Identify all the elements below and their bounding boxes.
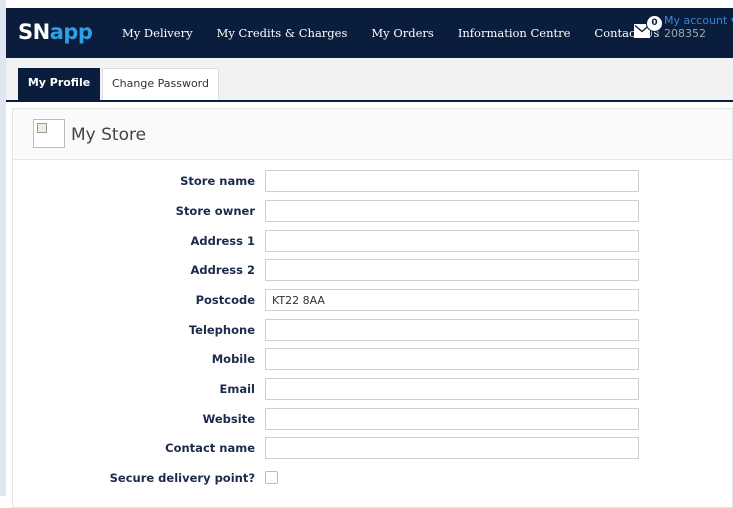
form-row-store-name: Store name	[13, 170, 733, 194]
panel-header: My Store	[13, 109, 732, 160]
form-row-telephone: Telephone	[13, 319, 733, 343]
telephone-label: Telephone	[188, 323, 255, 337]
form-row-postcode: Postcode	[13, 289, 733, 313]
email-field[interactable]	[265, 378, 639, 400]
store-image-placeholder	[33, 119, 65, 148]
store-panel: My Store Store name Store owner Address …	[12, 108, 733, 508]
secure-delivery-checkbox[interactable]	[265, 471, 278, 484]
form-row-email: Email	[13, 378, 733, 402]
store-name-label: Store name	[180, 174, 255, 188]
address-2-field[interactable]	[265, 259, 639, 281]
snapp-logo[interactable]: SNapp	[18, 20, 93, 44]
tab-change-password[interactable]: Change Password	[102, 68, 219, 100]
top-navigation-bar: SNapp My Delivery My Credits & Charges M…	[6, 8, 733, 58]
form-row-store-owner: Store owner	[13, 200, 733, 224]
contact-name-field[interactable]	[265, 437, 639, 459]
address-2-label: Address 2	[190, 263, 255, 277]
account-number: 208352	[664, 27, 706, 40]
website-field[interactable]	[265, 408, 639, 430]
nav-information-centre[interactable]: Information Centre	[446, 26, 583, 40]
postcode-label: Postcode	[195, 293, 255, 307]
nav-menu: My Delivery My Credits & Charges My Orde…	[110, 8, 671, 58]
store-owner-label: Store owner	[175, 204, 255, 218]
telephone-field[interactable]	[265, 319, 639, 341]
form-row-contact-name: Contact name	[13, 437, 733, 461]
logo-text-sn: SN	[18, 20, 50, 44]
postcode-field[interactable]	[265, 289, 639, 311]
nav-my-orders[interactable]: My Orders	[359, 26, 445, 40]
page-title: My Store	[71, 125, 147, 145]
message-count-badge: 0	[646, 15, 663, 32]
my-account-dropdown[interactable]: My account ▾ 208352	[664, 14, 733, 40]
account-label: My account	[664, 14, 728, 27]
profile-tabs: My Profile Change Password	[6, 58, 733, 102]
contact-name-label: Contact name	[165, 441, 255, 455]
form-row-mobile: Mobile	[13, 348, 733, 372]
form-row-secure-delivery: Secure delivery point?	[13, 467, 733, 491]
secure-delivery-label: Secure delivery point?	[109, 471, 255, 485]
store-name-field[interactable]	[265, 170, 639, 192]
form-row-website: Website	[13, 408, 733, 432]
form-row-address-2: Address 2	[13, 259, 733, 283]
logo-text-app: app	[49, 20, 93, 44]
address-1-field[interactable]	[265, 230, 639, 252]
address-1-label: Address 1	[190, 234, 255, 248]
mobile-label: Mobile	[211, 352, 255, 366]
store-owner-field[interactable]	[265, 200, 639, 222]
email-label: Email	[219, 382, 255, 396]
website-label: Website	[202, 412, 255, 426]
broken-image-icon	[37, 123, 47, 133]
nav-my-delivery[interactable]: My Delivery	[110, 26, 205, 40]
nav-my-credits-charges[interactable]: My Credits & Charges	[205, 26, 360, 40]
form-row-address-1: Address 1	[13, 230, 733, 254]
mobile-field[interactable]	[265, 348, 639, 370]
tab-my-profile[interactable]: My Profile	[18, 68, 100, 100]
